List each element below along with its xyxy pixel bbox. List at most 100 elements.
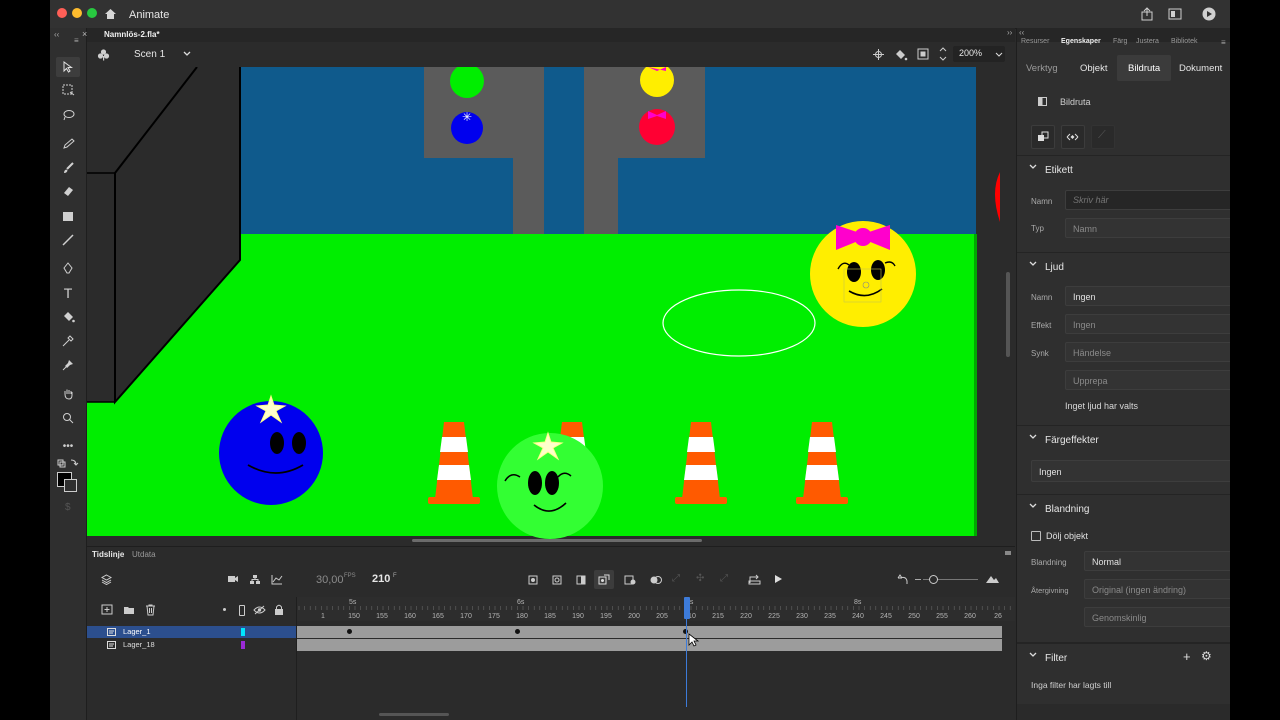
expand-icon[interactable]: ›› [1007,28,1012,37]
fill-color-swatch[interactable] [64,479,77,492]
tab-resources[interactable]: Resurser [1021,38,1049,45]
tween-button[interactable] [1061,125,1085,149]
sound-name-dropdown[interactable]: Ingen [1065,286,1230,306]
keyframe[interactable] [515,629,520,634]
playhead-handle[interactable] [684,597,690,619]
visibility-icon[interactable] [253,605,266,615]
zoom-dropdown[interactable]: 200% [953,46,1005,62]
swap-colors-icon[interactable] [57,458,79,471]
scene-clubs-icon[interactable] [97,48,110,61]
transparent-dropdown[interactable]: Genomskinlig [1084,607,1230,627]
fps-value[interactable]: 30,00 [316,574,344,586]
tab-object[interactable]: Objekt [1080,63,1107,74]
more-tools-icon[interactable]: ••• [56,436,80,456]
panel-menu-icon[interactable]: ≡ [74,36,79,45]
onion-skin-icon[interactable] [650,575,662,585]
stage-canvas[interactable]: ✳ [87,67,1015,542]
hand-tool-icon[interactable] [56,384,80,404]
tab-library[interactable]: Bibliotek [1171,38,1197,45]
highlight-dot-icon[interactable] [223,608,226,611]
layer-color-swatch[interactable] [241,628,245,636]
minimize-window-button[interactable] [72,8,82,18]
workspace-icon[interactable] [1168,8,1182,20]
add-filter-icon[interactable]: + [1183,649,1191,664]
green-character[interactable] [497,431,603,539]
frame-name-input[interactable] [1065,190,1230,210]
tab-tools[interactable]: Verktyg [1026,63,1058,74]
timeline-scrollbar[interactable] [379,713,449,716]
close-window-button[interactable] [57,8,67,18]
pen-tool-icon[interactable] [56,258,80,278]
camera-icon[interactable] [227,574,239,584]
brush-tool-icon[interactable] [56,158,80,178]
render-dropdown[interactable]: Original (ingen ändring) [1084,579,1230,599]
paint-bucket-tool-icon[interactable] [56,307,80,327]
layer-name[interactable]: Lager_18 [123,640,155,649]
hide-object-checkbox[interactable] [1031,531,1041,541]
label-type-dropdown[interactable]: Namn [1065,218,1230,238]
share-icon[interactable] [1140,7,1154,21]
color-effect-dropdown[interactable]: Ingen [1031,460,1230,482]
yellow-character[interactable] [810,221,916,327]
insert-frame-icon[interactable] [576,575,586,585]
layer-row-lager-18[interactable]: Lager_18 [87,639,1015,651]
timeline-zoom-thumb[interactable] [929,575,938,584]
layer-name[interactable]: Lager_1 [123,627,151,636]
graph-icon[interactable] [271,574,283,585]
sound-sync-dropdown[interactable]: Händelse [1065,342,1230,362]
center-stage-icon[interactable] [873,49,884,60]
tab-frame[interactable]: Bildruta [1128,63,1160,74]
text-tool-icon[interactable]: T [56,283,80,303]
layer-parenting-icon[interactable] [249,574,261,585]
pencil-tool-icon[interactable] [56,134,80,154]
lasso-tool-icon[interactable] [56,105,80,125]
section-filter[interactable]: Filter + ⚙ [1017,642,1230,672]
tab-timeline[interactable]: Tidslinje [92,550,124,559]
tab-color[interactable]: Färg [1113,38,1127,45]
layer-color-swatch[interactable] [241,641,245,649]
pin-tool-icon[interactable] [56,355,80,375]
rectangle-tool-icon[interactable] [56,206,80,226]
layers-icon[interactable] [101,574,112,585]
home-icon[interactable] [104,8,117,20]
eraser-tool-icon[interactable] [56,181,80,201]
insert-keyframe-icon[interactable] [528,575,538,585]
selection-tool-icon[interactable] [56,57,80,77]
new-layer-icon[interactable] [101,604,113,615]
delete-icon[interactable] [145,604,156,616]
tab-properties[interactable]: Egenskaper [1061,38,1101,45]
zoom-out-icon[interactable] [915,579,921,580]
close-tab-icon[interactable]: × [82,29,87,39]
clip-content-icon[interactable] [894,48,908,61]
swap-symbol-button[interactable] [1031,125,1055,149]
eyedropper-tool-icon[interactable] [56,331,80,351]
insert-tween-icon[interactable] [624,574,636,585]
tab-document[interactable]: Dokument [1179,63,1222,74]
loop-icon[interactable] [748,574,761,585]
scene-name[interactable]: Scen 1 [134,49,165,60]
zoom-stepper-icon[interactable] [939,46,947,62]
panel-menu-icon[interactable] [1005,551,1011,555]
insert-blank-keyframe-icon[interactable] [552,575,562,585]
section-blending[interactable]: Blandning [1017,494,1230,523]
stage-horizontal-scrollbar[interactable] [412,539,702,542]
keyframe[interactable] [347,629,352,634]
test-movie-icon[interactable] [1202,7,1216,21]
undo-icon[interactable] [897,574,909,585]
document-tab[interactable]: Namnlös-2.fla* [104,30,160,39]
frame-ruler[interactable]: 5s 6s 7s 8s 1150155160165170175180185190… [297,597,1015,621]
new-folder-icon[interactable] [123,605,135,615]
free-transform-tool-icon[interactable] [56,80,80,100]
stage-vertical-scrollbar[interactable] [1006,272,1010,357]
layer-row-lager-1[interactable]: Lager_1 [87,626,1015,638]
section-color-effects[interactable]: Färgeffekter [1017,425,1230,454]
sound-repeat-dropdown[interactable]: Upprepa [1065,370,1230,390]
collapse-icon[interactable]: ‹‹ [54,30,59,39]
sound-effect-dropdown[interactable]: Ingen [1065,314,1230,334]
onion-skin-button[interactable] [594,570,614,589]
tab-align[interactable]: Justera [1136,38,1159,45]
play-icon[interactable] [773,574,783,584]
stage[interactable]: ✳ [87,67,1015,542]
maximize-window-button[interactable] [87,8,97,18]
line-tool-icon[interactable] [56,230,80,250]
